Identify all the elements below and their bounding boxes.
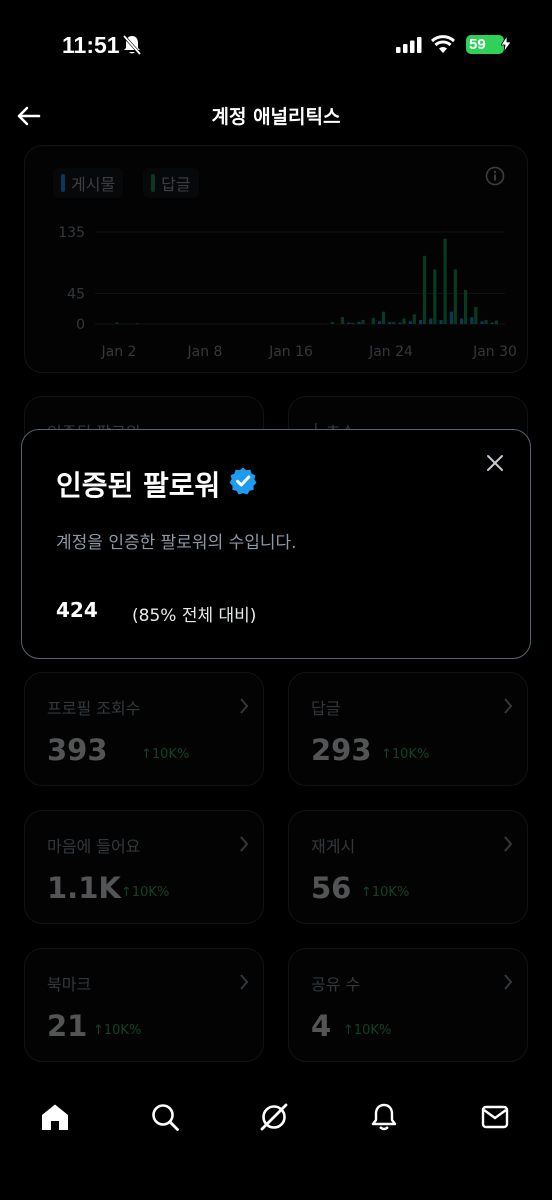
chart-bar [392, 321, 396, 324]
grok-icon[interactable] [259, 1102, 289, 1136]
stat-card-likes[interactable]: 마음에 들어요 1.1K ↑10K% [24, 810, 264, 924]
chart-bar [408, 321, 412, 324]
modal-title-row: 인증된 팔로워 [56, 464, 258, 504]
chart-bar [443, 238, 447, 324]
chart-bar [480, 321, 484, 324]
stat-card-label: 공유 수 [311, 975, 361, 994]
bottom-nav [0, 1090, 552, 1150]
chart-bar [490, 322, 494, 324]
x-tick-label: Jan 2 [101, 344, 137, 360]
stat-card-label: 북마크 [47, 975, 92, 994]
mail-icon[interactable] [480, 1102, 510, 1136]
chevron-right-icon [239, 973, 249, 995]
stat-card-label: 답글 [311, 699, 341, 718]
stat-card-change: ↑10K% [381, 747, 430, 762]
chart-bar [418, 319, 423, 324]
chart-bar [135, 323, 139, 325]
chart-bar [459, 318, 464, 324]
chart-bar [115, 322, 119, 324]
modal-title: 인증된 팔로워 [56, 469, 221, 502]
home-icon[interactable] [40, 1102, 70, 1136]
chart-bar [381, 311, 386, 324]
home-indicator [0, 1150, 552, 1200]
analytics-chart-card: 게시물 답글 135 45 0 Jan 2 Jan 8 Jan 16 Jan 24 Jan 3… [24, 145, 528, 373]
x-tick-label: Jan 30 [472, 344, 517, 360]
chart-bar [340, 317, 345, 324]
modal-count: 424 [56, 598, 98, 622]
chevron-right-icon [503, 835, 513, 857]
stat-card-profile-views[interactable]: 프로필 조회수 393 ↑10K% [24, 672, 264, 786]
chart-bar [484, 319, 488, 324]
stat-card-label: 마음에 들어요 [47, 837, 141, 856]
stat-card-change: ↑10K% [361, 885, 410, 900]
stat-card-value: 21 [47, 1009, 88, 1043]
chart-bar [361, 319, 365, 324]
stat-card-value: 1.1K [47, 871, 121, 905]
chart-bar [494, 320, 498, 324]
chart-bar [357, 321, 361, 324]
y-tick-label: 0 [76, 317, 85, 333]
stat-card-change: ↑10K% [93, 1023, 142, 1038]
chart-bar [412, 314, 416, 324]
chevron-right-icon [503, 973, 513, 995]
stat-card-label: 재게시 [311, 837, 356, 856]
verified-badge-icon [228, 466, 258, 503]
stat-card-change: ↑10K% [141, 747, 190, 762]
chart-bar [347, 322, 351, 324]
chart-bar [330, 321, 334, 324]
x-tick-label: Jan 16 [268, 344, 313, 360]
chart-bar [470, 317, 474, 324]
search-icon[interactable] [150, 1102, 180, 1136]
modal-percent: (85% 전체 대비) [132, 606, 257, 626]
stat-card-value: 293 [311, 733, 372, 767]
bar-chart: 135 45 0 Jan 2 Jan 8 Jan 16 Jan 24 Jan 30 [58, 225, 517, 360]
stat-card-replies[interactable]: 답글 293 ↑10K% [288, 672, 528, 786]
stat-card-value: 4 [311, 1009, 332, 1043]
chart-bar [474, 306, 478, 324]
bell-icon[interactable] [369, 1102, 399, 1136]
chart-bar [398, 322, 402, 324]
chevron-right-icon [239, 697, 249, 719]
close-icon[interactable] [486, 454, 504, 476]
chart-bar [402, 318, 406, 324]
stat-card-change: ↑10K% [121, 885, 170, 900]
chart-bar [351, 322, 355, 324]
y-tick-label: 45 [67, 286, 85, 302]
chart-bar [463, 289, 468, 324]
modal-description: 계정을 인증한 팔로워의 수입니다. [56, 533, 297, 553]
stat-card-value: 56 [311, 871, 352, 905]
chart-bar [429, 318, 433, 324]
info-modal: 인증된 팔로워 계정을 인증한 팔로워의 수입니다. 424 (85% 전체 대… [21, 429, 531, 659]
chart-bar [371, 317, 375, 324]
chart-bar [453, 269, 457, 324]
y-tick-label: 135 [58, 225, 85, 241]
x-tick-label: Jan 8 [187, 344, 223, 360]
stat-card-shares[interactable]: 공유 수 4 ↑10K% [288, 948, 528, 1062]
chart-bar [377, 321, 382, 324]
chevron-right-icon [239, 835, 249, 857]
stat-card-value: 393 [47, 733, 108, 767]
chart-bar [388, 321, 392, 324]
stat-card-reposts[interactable]: 재게시 56 ↑10K% [288, 810, 528, 924]
chart-bar [422, 255, 427, 324]
chart-bar [439, 319, 443, 324]
chevron-right-icon [503, 697, 513, 719]
x-tick-label: Jan 24 [368, 344, 413, 360]
chart-bar [449, 311, 453, 324]
stat-card-bookmarks[interactable]: 북마크 21 ↑10K% [24, 948, 264, 1062]
stat-card-change: ↑10K% [343, 1023, 392, 1038]
stat-card-label: 프로필 조회수 [47, 699, 141, 718]
chart-bar [433, 269, 437, 324]
